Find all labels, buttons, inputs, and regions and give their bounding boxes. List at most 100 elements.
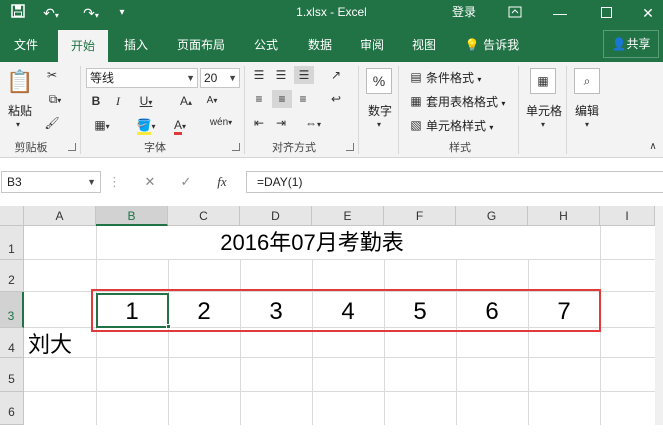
decrease-font-size-icon[interactable]: A▾ <box>202 92 222 110</box>
align-right-icon[interactable]: ≡ <box>294 90 312 108</box>
tab-insert[interactable]: 插入 <box>116 26 156 62</box>
format-as-table-label: 套用表格格式 <box>426 95 499 109</box>
align-center-icon[interactable]: ≡ <box>272 90 292 108</box>
login-link[interactable]: 登录 <box>452 0 476 24</box>
ribbon-display-options-icon[interactable] <box>505 3 525 23</box>
cut-icon[interactable]: ✂ <box>42 66 62 84</box>
conditional-formatting-icon[interactable]: ▤ <box>408 68 424 86</box>
collapse-ribbon-icon[interactable]: ∧ <box>646 138 660 156</box>
top-align-icon[interactable]: ☰ <box>250 66 268 84</box>
name-cell-a4[interactable]: 刘大 <box>28 330 72 360</box>
format-painter-icon[interactable]: 🖌 <box>42 114 62 132</box>
conditional-formatting-button[interactable]: 条件格式 ▾ <box>426 69 481 86</box>
tab-file[interactable]: 文件 <box>6 26 46 62</box>
chevron-down-icon[interactable]: ▼ <box>228 69 237 87</box>
percent-icon[interactable]: % <box>366 68 392 94</box>
clipboard-dialog-launcher-icon[interactable] <box>68 143 76 151</box>
font-group-label: 字体 <box>144 142 166 154</box>
tab-page-layout[interactable]: 页面布局 <box>170 26 232 62</box>
share-label: 共享 <box>626 37 651 51</box>
row-header-3[interactable]: 3 <box>0 292 24 328</box>
wrap-text-icon[interactable]: ↩ <box>326 90 346 108</box>
column-header-b[interactable]: B <box>96 206 168 226</box>
format-as-table-icon[interactable]: ▦ <box>408 92 424 110</box>
column-header-f[interactable]: F <box>384 206 456 226</box>
search-icon[interactable]: ⌕ <box>574 68 600 94</box>
column-header-e[interactable]: E <box>312 206 384 226</box>
row-header-1[interactable]: 1 <box>0 226 24 260</box>
cells-dropdown-icon[interactable]: ▾ <box>536 116 550 134</box>
row-header-6[interactable]: 6 <box>0 392 24 425</box>
share-button[interactable]: 👤共享 <box>603 30 659 58</box>
row-header-4[interactable]: 4 <box>0 328 24 358</box>
user-icon: 👤 <box>611 37 627 51</box>
group-divider <box>244 66 245 154</box>
tell-me-search[interactable]: 💡 告诉我 <box>460 26 524 62</box>
bold-icon[interactable]: B <box>88 92 104 110</box>
phonetic-guide-icon[interactable]: wén▾ <box>206 114 236 132</box>
insert-function-icon[interactable]: fx <box>212 171 232 193</box>
increase-font-size-icon[interactable]: A▴ <box>176 92 196 112</box>
column-header-a[interactable]: A <box>24 206 96 226</box>
merge-center-icon[interactable]: ⇔▾ <box>300 114 326 134</box>
increase-indent-icon[interactable]: ⇥ <box>272 114 290 132</box>
formula-input[interactable]: =DAY(1) <box>246 171 663 193</box>
copy-icon[interactable]: ⧉▾ <box>42 90 68 110</box>
chevron-down-icon[interactable]: ▼ <box>87 172 96 192</box>
number-dropdown-icon[interactable]: ▾ <box>372 116 386 134</box>
cell-styles-label: 单元格样式 <box>426 119 487 133</box>
close-icon[interactable]: ✕ <box>638 3 658 23</box>
gridline <box>528 260 529 425</box>
cell-styles-icon[interactable]: ▧ <box>408 116 424 134</box>
gridline <box>240 260 241 425</box>
editing-dropdown-icon[interactable]: ▾ <box>580 116 594 134</box>
gridline <box>168 260 169 425</box>
chevron-down-icon[interactable]: ▼ <box>186 69 195 87</box>
tell-me-label: 告诉我 <box>483 38 520 52</box>
cell-styles-button[interactable]: 单元格样式 ▾ <box>426 117 493 134</box>
minimize-icon[interactable]: — <box>550 3 570 23</box>
underline-icon[interactable]: U▾ <box>132 92 160 112</box>
format-as-table-button[interactable]: 套用表格格式 ▾ <box>426 93 505 110</box>
italic-icon[interactable]: I <box>110 92 126 110</box>
gridline <box>24 357 655 358</box>
select-all-corner[interactable] <box>0 206 24 226</box>
gridline <box>384 260 385 425</box>
middle-align-icon[interactable]: ☰ <box>272 66 290 84</box>
column-header-c[interactable]: C <box>168 206 240 226</box>
font-dialog-launcher-icon[interactable] <box>232 143 240 151</box>
group-divider <box>398 66 399 154</box>
font-name-combo[interactable]: 等线 ▼ <box>86 68 198 88</box>
column-header-h[interactable]: H <box>528 206 600 226</box>
vertical-scrollbar[interactable] <box>655 206 663 425</box>
row-header-5[interactable]: 5 <box>0 358 24 392</box>
orientation-icon[interactable]: ↗ <box>326 66 346 84</box>
tab-data[interactable]: 数据 <box>300 26 340 62</box>
tab-formulas[interactable]: 公式 <box>246 26 286 62</box>
align-left-icon[interactable]: ≡ <box>250 90 268 108</box>
paste-icon[interactable]: 📋 <box>6 68 34 96</box>
tab-view[interactable]: 视图 <box>404 26 444 62</box>
tab-review[interactable]: 审阅 <box>352 26 392 62</box>
column-header-i[interactable]: I <box>600 206 655 226</box>
name-box[interactable]: B3 ▼ <box>1 171 101 193</box>
row-header-2[interactable]: 2 <box>0 260 24 292</box>
group-divider <box>358 66 359 154</box>
column-header-g[interactable]: G <box>456 206 528 226</box>
borders-icon[interactable]: ▦▾ <box>88 116 116 136</box>
cancel-entry-icon[interactable]: ✕ <box>140 171 160 193</box>
decrease-indent-icon[interactable]: ⇤ <box>250 114 268 132</box>
font-color-icon[interactable]: A▾ <box>166 116 194 136</box>
column-header-d[interactable]: D <box>240 206 312 226</box>
paste-dropdown-icon[interactable]: ▾ <box>12 116 24 134</box>
cells-icon[interactable]: ▦ <box>530 68 556 94</box>
alignment-dialog-launcher-icon[interactable] <box>346 143 354 151</box>
sheet-title-cell[interactable]: 2016年07月考勤表 <box>96 228 528 258</box>
font-size-combo[interactable]: 20 ▼ <box>200 68 240 88</box>
tab-home[interactable]: 开始 <box>58 30 108 62</box>
bottom-align-icon[interactable]: ☰ <box>294 66 314 84</box>
enter-checkmark-icon[interactable]: ✓ <box>176 171 196 193</box>
font-size-value: 20 <box>204 71 218 85</box>
fill-color-icon[interactable]: 🪣▾ <box>132 116 160 136</box>
maximize-icon[interactable] <box>596 3 616 23</box>
